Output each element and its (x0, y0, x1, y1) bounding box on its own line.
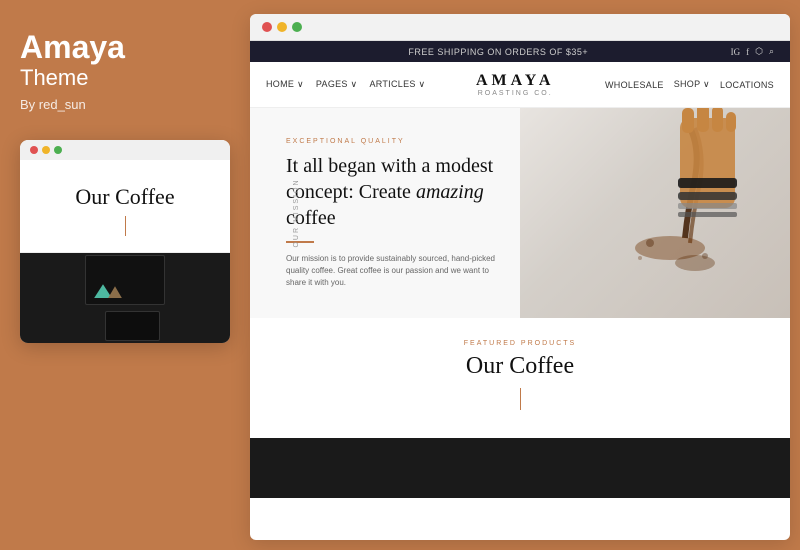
featured-tag: FEATURED PRODUCTS (266, 340, 774, 347)
hero-image (520, 108, 790, 318)
camera-icon: ⬡ (755, 46, 763, 57)
nav-logo[interactable]: AMAYA ROASTING CO. (476, 72, 554, 97)
dot-green (292, 22, 302, 32)
facebook-icon: f (746, 47, 749, 57)
mini-content-top: Our Coffee (20, 160, 230, 253)
nav-left: HOME ∨ PAGES ∨ ARTICLES ∨ (266, 79, 425, 90)
theme-title: Amaya Theme (20, 30, 125, 97)
instagram-icon: IG (731, 47, 741, 57)
mini-our-coffee-label: Our Coffee (36, 184, 214, 210)
dot-red (262, 22, 272, 32)
left-panel: Amaya Theme By red_sun Our Coffee (0, 0, 248, 550)
logo-main-text: AMAYA (476, 72, 554, 90)
theme-author: By red_sun (20, 97, 86, 112)
featured-divider (520, 388, 521, 410)
browser-bar (250, 14, 790, 41)
nav-articles[interactable]: ARTICLES ∨ (369, 79, 425, 90)
mini-content-bottom (20, 253, 230, 343)
nav-shop[interactable]: SHOP ∨ (674, 79, 710, 90)
logo-sub-text: ROASTING CO. (476, 90, 554, 97)
nav-wholesale[interactable]: WHOLESALE (605, 80, 664, 90)
navigation: HOME ∨ PAGES ∨ ARTICLES ∨ AMAYA ROASTING… (250, 62, 790, 108)
nav-right: WHOLESALE SHOP ∨ LOCATIONS (605, 79, 774, 90)
featured-title: Our Coffee (266, 353, 774, 380)
hero-title-italic: amazing (416, 181, 484, 203)
dark-bottom-bar (250, 438, 790, 498)
mini-dot-red (30, 146, 38, 154)
top-bar-message: FREE SHIPPING ON ORDERS OF $35+ (266, 47, 731, 57)
coffee-box-small (105, 311, 160, 341)
hero-description: Our mission is to provide sustainably so… (286, 253, 496, 289)
hero-section: OUR MISSION EXCEPTIONAL QUALITY It all b… (250, 108, 790, 318)
top-bar: FREE SHIPPING ON ORDERS OF $35+ IG f ⬡ ⌕ (250, 41, 790, 62)
hero-title: It all began with a modest concept: Crea… (286, 153, 496, 231)
coffee-box-illustration (85, 255, 165, 341)
nav-pages[interactable]: PAGES ∨ (316, 79, 358, 90)
coffee-pour-svg (520, 108, 790, 318)
main-preview: FREE SHIPPING ON ORDERS OF $35+ IG f ⬡ ⌕… (250, 14, 790, 540)
mini-dot-green (54, 146, 62, 154)
mini-browser-bar (20, 140, 230, 160)
mini-preview: Our Coffee (20, 140, 230, 343)
dot-yellow (277, 22, 287, 32)
search-icon[interactable]: ⌕ (769, 46, 774, 57)
mini-accent-divider (125, 216, 126, 236)
nav-home[interactable]: HOME ∨ (266, 79, 304, 90)
coffee-pour-illustration (520, 108, 790, 318)
featured-section: FEATURED PRODUCTS Our Coffee (250, 318, 790, 438)
hero-tag: EXCEPTIONAL QUALITY (286, 138, 496, 145)
top-bar-right-icons: IG f ⬡ ⌕ (731, 46, 774, 57)
hero-side-label: OUR MISSION (293, 178, 300, 247)
coffee-box-big (85, 255, 165, 305)
hero-left: OUR MISSION EXCEPTIONAL QUALITY It all b… (250, 108, 520, 318)
mini-dot-yellow (42, 146, 50, 154)
nav-locations[interactable]: LOCATIONS (720, 80, 774, 90)
